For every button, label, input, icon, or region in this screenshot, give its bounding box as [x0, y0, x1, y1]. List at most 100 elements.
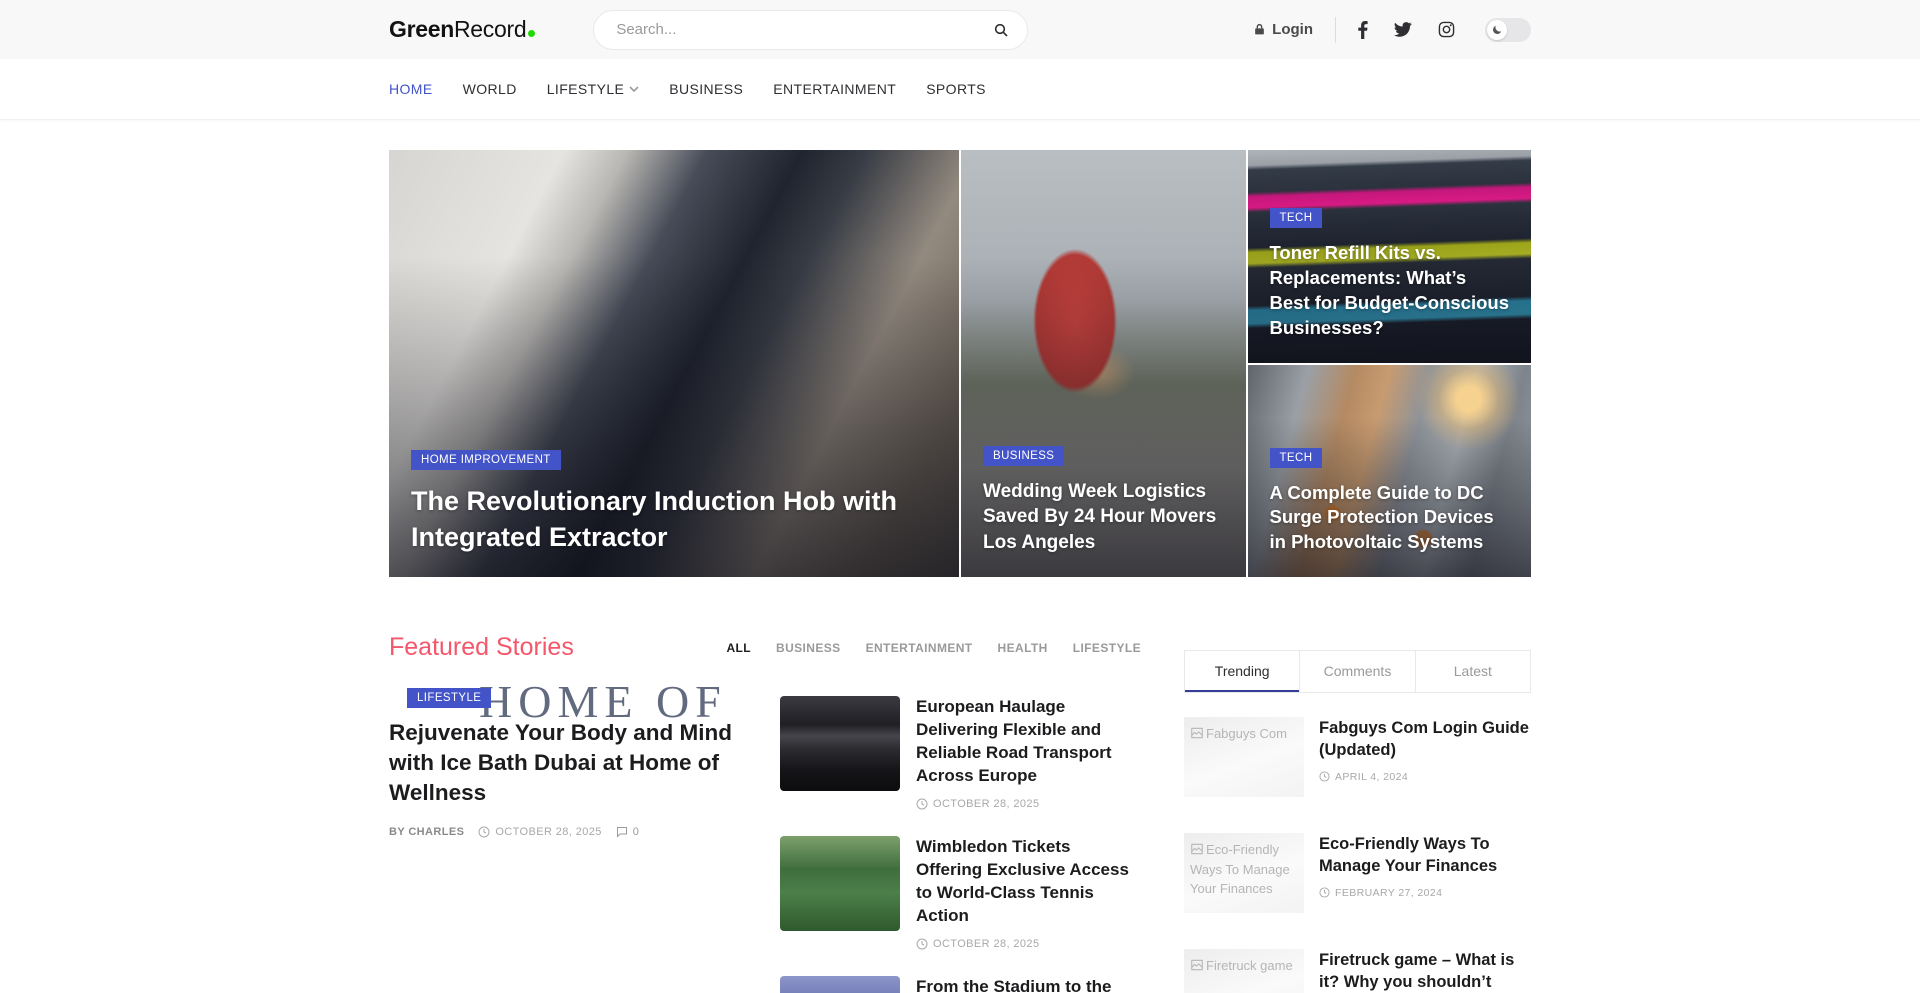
comment-count[interactable]: 0: [616, 826, 640, 838]
article-title[interactable]: Firetruck game – What is it? Why you sho…: [1319, 949, 1531, 993]
clock-icon: [1319, 771, 1330, 782]
tab-comments[interactable]: Comments: [1299, 651, 1414, 692]
chevron-down-icon: [629, 86, 639, 92]
article-date: OCTOBER 28, 2025: [495, 826, 601, 838]
category-filters: ALL BUSINESS ENTERTAINMENT HEALTH LIFEST…: [726, 641, 1141, 655]
list-item: From the Stadium to the Streets: The Sty…: [780, 976, 1141, 993]
article-meta: BY CHARLES OCTOBER 28, 2025 0: [389, 826, 747, 838]
search-icon: [993, 22, 1009, 38]
filter-lifestyle[interactable]: LIFESTYLE: [1073, 641, 1141, 655]
twitter-link[interactable]: [1394, 22, 1412, 37]
facebook-link[interactable]: [1358, 21, 1368, 39]
toggle-knob: [1487, 20, 1507, 40]
author-label[interactable]: BY CHARLES: [389, 826, 464, 838]
category-tag[interactable]: HOME IMPROVEMENT: [411, 450, 561, 470]
sidebar-item: Firetruck game Firetruck game – What is …: [1184, 949, 1531, 993]
list-item: European Haulage Delivering Flexible and…: [780, 696, 1141, 810]
tab-latest[interactable]: Latest: [1415, 651, 1530, 692]
category-tag[interactable]: TECH: [1270, 208, 1323, 228]
featured-article: HOME OF LIFESTYLE Rejuvenate Your Body a…: [389, 696, 747, 993]
nav-item-world[interactable]: WORLD: [463, 81, 517, 97]
top-header: GreenRecord Login: [0, 0, 1920, 59]
login-label: Login: [1272, 21, 1313, 38]
nav-item-lifestyle[interactable]: LIFESTYLE: [547, 81, 640, 97]
hero-article-title[interactable]: The Revolutionary Induction Hob with Int…: [411, 483, 937, 555]
search-bar: [593, 10, 1028, 50]
featured-article-list: European Haulage Delivering Flexible and…: [780, 696, 1141, 993]
hero-article-tertiary-bottom[interactable]: TECH A Complete Guide to DC Surge Protec…: [1248, 365, 1532, 578]
broken-image-placeholder[interactable]: Fabguys Com: [1184, 717, 1304, 797]
filter-health[interactable]: HEALTH: [998, 641, 1048, 655]
hero-article-secondary[interactable]: BUSINESS Wedding Week Logistics Saved By…: [961, 150, 1246, 577]
lock-icon: [1253, 23, 1266, 36]
broken-image-placeholder[interactable]: Firetruck game: [1184, 949, 1304, 993]
article-date-row: OCTOBER 28, 2025: [916, 798, 1141, 810]
dark-mode-toggle[interactable]: [1485, 18, 1531, 42]
broken-image-icon: [1190, 958, 1204, 972]
hero-article-title[interactable]: Wedding Week Logistics Saved By 24 Hour …: [983, 479, 1224, 555]
login-link[interactable]: Login: [1253, 21, 1313, 38]
article-thumbnail[interactable]: [780, 696, 900, 791]
sidebar-item: Fabguys Com Fabguys Com Login Guide (Upd…: [1184, 717, 1531, 797]
article-thumbnail[interactable]: [780, 976, 900, 993]
facebook-icon: [1358, 21, 1368, 39]
logo-dot: [528, 30, 535, 37]
article-title[interactable]: Eco-Friendly Ways To Manage Your Finance…: [1319, 833, 1531, 878]
article-date: FEBRUARY 27, 2024: [1335, 887, 1442, 899]
header-divider: [1335, 17, 1336, 43]
tab-trending[interactable]: Trending: [1185, 651, 1299, 692]
search-button[interactable]: [987, 22, 1027, 38]
main-navigation: HOME WORLD LIFESTYLE BUSINESS ENTERTAINM…: [0, 59, 1920, 120]
nav-item-business[interactable]: BUSINESS: [669, 81, 743, 97]
header-actions: Login: [1253, 17, 1531, 43]
nav-item-entertainment[interactable]: ENTERTAINMENT: [773, 81, 896, 97]
category-tag[interactable]: TECH: [1270, 448, 1323, 468]
hero-article-title[interactable]: Toner Refill Kits vs. Replacements: What…: [1270, 241, 1510, 340]
nav-item-home[interactable]: HOME: [389, 81, 433, 97]
sidebar: Trending Comments Latest Fabguys Com Fab…: [1184, 650, 1531, 993]
clock-icon: [1319, 887, 1330, 898]
filter-all[interactable]: ALL: [726, 641, 751, 655]
article-date: OCTOBER 28, 2025: [933, 798, 1039, 810]
broken-image-icon: [1190, 726, 1204, 740]
image-alt-text: Fabguys Com: [1206, 726, 1287, 741]
logo-text-regular: Record: [454, 16, 526, 42]
article-title[interactable]: European Haulage Delivering Flexible and…: [916, 696, 1141, 788]
article-date: OCTOBER 28, 2025: [933, 938, 1039, 950]
site-logo[interactable]: GreenRecord: [389, 16, 535, 43]
sidebar-tabs: Trending Comments Latest: [1184, 650, 1531, 693]
comment-icon: [616, 826, 628, 838]
sidebar-item: Eco-Friendly Ways To Manage Your Finance…: [1184, 833, 1531, 913]
filter-entertainment[interactable]: ENTERTAINMENT: [866, 641, 973, 655]
article-date-row: FEBRUARY 27, 2024: [1319, 887, 1531, 899]
article-title[interactable]: Wimbledon Tickets Offering Exclusive Acc…: [916, 836, 1141, 928]
broken-image-icon: [1190, 842, 1204, 856]
instagram-link[interactable]: [1438, 21, 1455, 38]
logo-text-bold: Green: [389, 16, 454, 42]
featured-stories-header: Featured Stories ALL BUSINESS ENTERTAINM…: [389, 633, 1141, 662]
hero-article-tertiary-top[interactable]: TECH Toner Refill Kits vs. Replacements:…: [1248, 150, 1532, 363]
featured-stories-column: Featured Stories ALL BUSINESS ENTERTAINM…: [389, 633, 1141, 993]
search-input[interactable]: [594, 21, 987, 38]
category-tag[interactable]: BUSINESS: [983, 446, 1064, 466]
clock-icon: [478, 826, 490, 838]
hero-article-main[interactable]: HOME IMPROVEMENT The Revolutionary Induc…: [389, 150, 959, 577]
article-title[interactable]: From the Stadium to the Streets: The Sty…: [916, 976, 1141, 993]
image-alt-text: Firetruck game: [1206, 958, 1293, 973]
image-alt-text: Eco-Friendly Ways To Manage Your Finance…: [1190, 842, 1290, 896]
instagram-icon: [1438, 21, 1455, 38]
moon-icon: [1491, 24, 1503, 36]
article-date: APRIL 4, 2024: [1335, 771, 1408, 783]
filter-business[interactable]: BUSINESS: [776, 641, 841, 655]
nav-item-sports[interactable]: SPORTS: [926, 81, 986, 97]
article-date-row: APRIL 4, 2024: [1319, 771, 1531, 783]
featured-article-title[interactable]: Rejuvenate Your Body and Mind with Ice B…: [389, 718, 747, 808]
content-section: Featured Stories ALL BUSINESS ENTERTAINM…: [389, 633, 1531, 993]
twitter-icon: [1394, 22, 1412, 37]
hero-article-title[interactable]: A Complete Guide to DC Surge Protection …: [1270, 481, 1510, 555]
article-thumbnail[interactable]: [780, 836, 900, 931]
broken-image-placeholder[interactable]: Eco-Friendly Ways To Manage Your Finance…: [1184, 833, 1304, 913]
hero-right-column: TECH Toner Refill Kits vs. Replacements:…: [1248, 150, 1532, 577]
article-title[interactable]: Fabguys Com Login Guide (Updated): [1319, 717, 1531, 762]
list-item: Wimbledon Tickets Offering Exclusive Acc…: [780, 836, 1141, 950]
